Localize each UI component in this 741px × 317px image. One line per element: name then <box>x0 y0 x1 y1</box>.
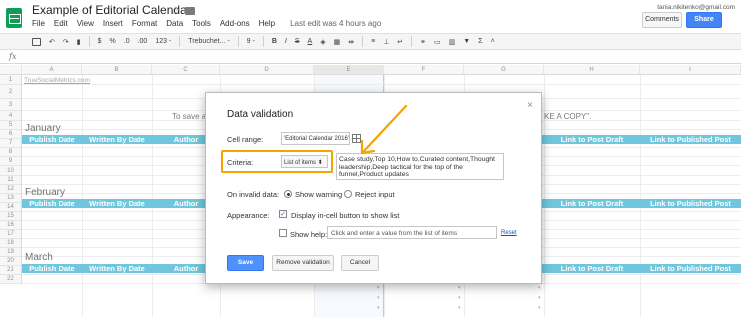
menu-data[interactable]: Data <box>166 19 183 28</box>
menu-file[interactable]: File <box>32 19 45 28</box>
reject-input-label[interactable]: Reject input <box>355 190 395 199</box>
menu-tools[interactable]: Tools <box>192 19 211 28</box>
text-wrap-icon[interactable]: ↵ <box>397 38 403 46</box>
more-formats-button[interactable]: 123 - <box>155 38 171 45</box>
print-icon[interactable] <box>32 37 41 46</box>
show-help-label[interactable]: Show help: <box>290 230 327 239</box>
save-button[interactable]: Save <box>227 255 264 271</box>
menu-addons[interactable]: Add-ons <box>220 19 250 28</box>
bold-button[interactable]: B <box>272 38 277 45</box>
redo-icon[interactable]: ↷ <box>63 38 69 46</box>
borders-icon[interactable]: ▦ <box>334 38 341 46</box>
reset-link[interactable]: Reset <box>501 230 517 236</box>
show-warning-label[interactable]: Show warning <box>295 190 342 199</box>
select-range-grid-icon[interactable] <box>352 134 361 143</box>
horizontal-align-icon[interactable]: ≡ <box>371 38 375 45</box>
share-button[interactable]: Share <box>686 12 722 28</box>
vertical-align-icon[interactable]: ⊥ <box>383 38 389 46</box>
invalid-data-label: On invalid data: <box>227 190 280 199</box>
appearance-label: Appearance: <box>227 211 270 220</box>
cancel-button[interactable]: Cancel <box>341 255 379 271</box>
star-icon[interactable]: ☆ <box>170 4 180 17</box>
help-text-input[interactable]: Click and enter a value from the list of… <box>327 226 497 239</box>
currency-button[interactable]: $ <box>98 38 102 45</box>
fx-icon: fx <box>9 52 17 61</box>
criteria-label: Criteria: <box>227 158 254 167</box>
sheets-logo-icon[interactable] <box>6 8 22 28</box>
data-validation-dialog: Data validation × Cell range: 'Editorial… <box>205 92 542 284</box>
fill-color-icon[interactable]: ◈ <box>320 38 325 46</box>
merge-cells-icon[interactable]: ⇹ <box>348 38 354 46</box>
comment-icon[interactable]: ▭ <box>434 38 441 46</box>
paint-format-icon[interactable]: ▮ <box>77 38 81 46</box>
strikethrough-button[interactable]: S <box>295 38 300 45</box>
display-dropdown-label[interactable]: Display in-cell button to show list <box>291 211 399 220</box>
comments-button[interactable]: Comments <box>642 12 682 28</box>
functions-icon[interactable]: Σ <box>478 38 482 45</box>
display-dropdown-checkbox[interactable]: ✓ <box>279 210 287 218</box>
menu-insert[interactable]: Insert <box>103 19 123 28</box>
percent-button[interactable]: % <box>110 38 116 45</box>
menu-help[interactable]: Help <box>259 19 275 28</box>
menu-edit[interactable]: Edit <box>54 19 68 28</box>
menu-bar: File Edit View Insert Format Data Tools … <box>32 19 381 28</box>
decrease-decimal-button[interactable]: .0 <box>124 38 130 45</box>
cell-range-input[interactable]: 'Editorial Calendar 2016'! <box>281 132 350 145</box>
italic-button[interactable]: I <box>285 38 287 45</box>
last-edit-status[interactable]: Last edit was 4 hours ago <box>290 19 381 28</box>
toolbar-divider <box>179 36 181 47</box>
reject-input-radio[interactable] <box>344 190 352 198</box>
toolbar: ↶ ↷ ▮ $ % .0 .00 123 - Trebuchet... - 9 … <box>0 33 741 50</box>
menu-view[interactable]: View <box>77 19 94 28</box>
chart-icon[interactable]: ▥ <box>449 38 456 46</box>
toolbar-divider <box>262 36 264 47</box>
show-warning-radio[interactable] <box>284 190 292 198</box>
app-header: Example of Editorial Calendar ☆ File Edi… <box>0 0 741 32</box>
dialog-title: Data validation <box>227 109 294 120</box>
remove-validation-button[interactable]: Remove validation <box>272 255 334 271</box>
folder-icon[interactable] <box>185 7 195 15</box>
user-email[interactable]: tania.nikitenko@gmail.com <box>657 4 735 11</box>
toolbar-divider <box>411 36 413 47</box>
increase-decimal-button[interactable]: .00 <box>138 38 148 45</box>
filter-icon[interactable]: ▼ <box>463 38 470 45</box>
link-icon[interactable]: ⚭ <box>420 38 426 46</box>
toolbar-divider <box>88 36 90 47</box>
criteria-values-input[interactable]: Case study,Top 10,How to,Curated content… <box>336 153 504 180</box>
font-size-select[interactable]: 9 - <box>247 38 255 45</box>
document-title[interactable]: Example of Editorial Calendar <box>32 3 191 17</box>
undo-icon[interactable]: ↶ <box>49 38 55 46</box>
criteria-type-select[interactable]: List of items ⬍ <box>281 155 328 168</box>
toolbar-divider <box>237 36 239 47</box>
cell-range-label: Cell range: <box>227 135 264 144</box>
toolbar-divider <box>362 36 364 47</box>
close-icon[interactable]: × <box>527 100 533 111</box>
menu-format[interactable]: Format <box>132 19 157 28</box>
text-color-button[interactable]: A <box>308 38 313 45</box>
collapse-toolbar-icon[interactable]: ˄ <box>491 38 495 45</box>
formula-bar[interactable]: fx <box>0 51 741 64</box>
font-select[interactable]: Trebuchet... - <box>188 38 229 45</box>
show-help-checkbox[interactable] <box>279 229 287 237</box>
